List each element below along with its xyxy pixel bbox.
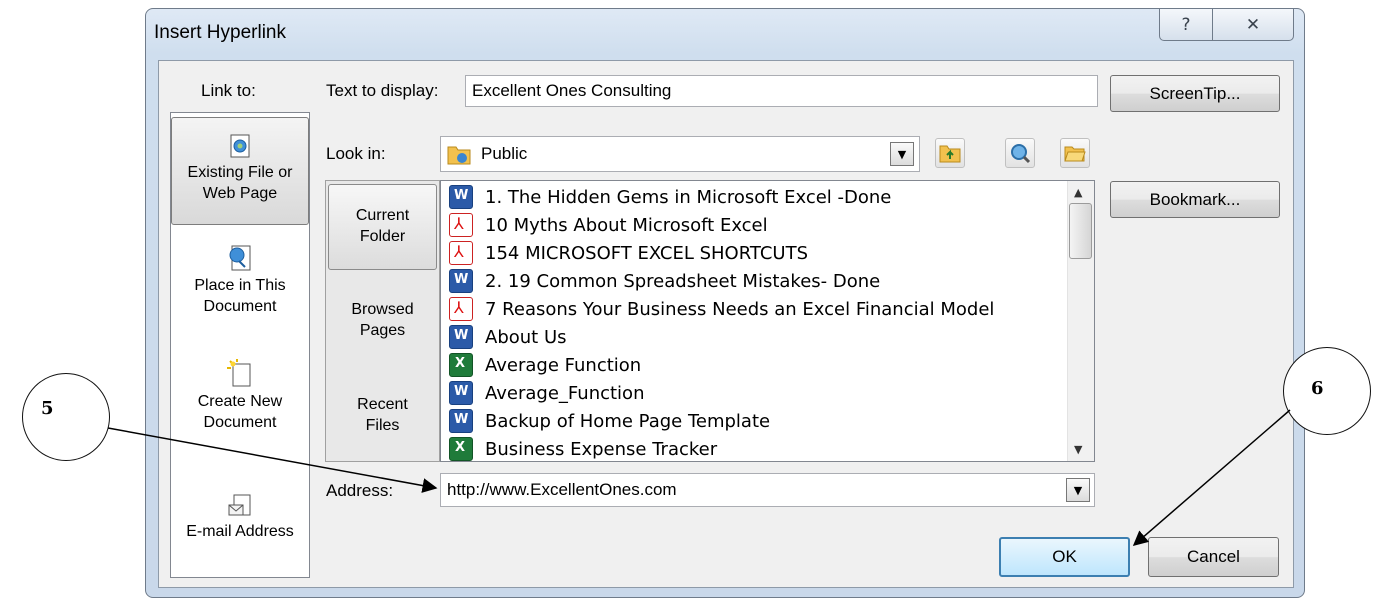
email-icon xyxy=(228,494,251,516)
web-page-icon xyxy=(230,134,250,158)
file-item[interactable]: 154 MICROSOFT EXCEL SHORTCUTS xyxy=(449,239,808,267)
screentip-button[interactable]: ScreenTip... xyxy=(1110,75,1280,112)
browse-web-button[interactable] xyxy=(1005,138,1035,168)
help-button[interactable]: ? xyxy=(1159,8,1213,41)
address-label: Address: xyxy=(326,481,394,500)
word-file-icon xyxy=(449,269,473,293)
address-dropdown-arrow[interactable]: ▼ xyxy=(1066,478,1090,502)
tab-recent-files[interactable]: Recent Files xyxy=(328,394,437,436)
file-item[interactable]: Business Expense Tracker xyxy=(449,435,718,461)
tab-recent-files-label: Recent Files xyxy=(357,396,408,434)
folder-icon xyxy=(447,146,471,165)
file-item[interactable]: 7 Reasons Your Business Needs an Excel F… xyxy=(449,295,994,323)
close-button[interactable]: ✕ xyxy=(1212,8,1294,41)
word-file-icon xyxy=(449,185,473,209)
dialog-title: Insert Hyperlink xyxy=(154,22,286,43)
callout-circle-5 xyxy=(22,373,110,461)
file-item-name: 7 Reasons Your Business Needs an Excel F… xyxy=(485,298,995,320)
file-item-name: 1. The Hidden Gems in Microsoft Excel -D… xyxy=(485,186,892,208)
link-to-create-new-document[interactable]: Create New Document xyxy=(171,359,309,433)
file-item-name: 10 Myths About Microsoft Excel xyxy=(485,214,768,236)
link-to-place-in-document[interactable]: Place in This Document xyxy=(171,243,309,317)
pdf-file-icon xyxy=(449,297,473,321)
link-to-panel: Existing File or Web Page Place in This … xyxy=(170,112,310,578)
file-item[interactable]: 10 Myths About Microsoft Excel xyxy=(449,211,768,239)
excel-file-icon xyxy=(449,353,473,377)
browse-web-icon xyxy=(1011,144,1031,164)
file-item-name: 154 MICROSOFT EXCEL SHORTCUTS xyxy=(485,242,809,264)
scroll-up-arrow-icon[interactable]: ▲ xyxy=(1074,186,1082,199)
document-place-icon xyxy=(229,245,251,271)
file-item[interactable]: Average Function xyxy=(449,351,641,379)
browse-tabs-panel: Current Folder Browsed Pages Recent File… xyxy=(325,180,440,462)
excel-file-icon xyxy=(449,437,473,461)
text-to-display-label: Text to display: xyxy=(326,81,439,100)
look-in-dropdown-arrow[interactable]: ▼ xyxy=(890,142,914,166)
scroll-thumb[interactable] xyxy=(1069,203,1092,259)
look-in-value: Public xyxy=(481,144,528,163)
up-folder-icon xyxy=(939,145,961,163)
text-to-display-field[interactable]: Excellent Ones Consulting xyxy=(465,75,1098,107)
file-item-name: Average Function xyxy=(485,354,642,376)
tab-browsed-pages[interactable]: Browsed Pages xyxy=(328,299,437,341)
open-folder-icon xyxy=(1064,146,1086,162)
browse-file-button[interactable] xyxy=(1060,138,1090,168)
link-to-existing-file[interactable]: Existing File or Web Page xyxy=(171,117,309,225)
look-in-combo[interactable]: Public xyxy=(440,136,920,172)
callout-number-5: 5 xyxy=(41,398,54,419)
tab-current-folder-label: Current Folder xyxy=(355,207,410,245)
file-item[interactable]: 2. 19 Common Spreadsheet Mistakes- Done xyxy=(449,267,880,295)
up-folder-button[interactable] xyxy=(935,138,965,168)
file-item[interactable]: Backup of Home Page Template xyxy=(449,407,770,435)
scroll-down-arrow-icon[interactable]: ▼ xyxy=(1074,443,1082,456)
address-field[interactable]: http://www.ExcellentOnes.com xyxy=(440,473,1095,507)
link-to-label: Link to: xyxy=(201,81,256,100)
new-document-icon xyxy=(227,359,251,387)
file-item-name: Average_Function xyxy=(485,382,645,404)
help-icon: ? xyxy=(1181,14,1191,35)
pdf-file-icon xyxy=(449,241,473,265)
file-item[interactable]: Average_Function xyxy=(449,379,644,407)
bookmark-button[interactable]: Bookmark... xyxy=(1110,181,1280,218)
file-item[interactable]: 1. The Hidden Gems in Microsoft Excel -D… xyxy=(449,183,891,211)
link-to-existing-file-label: Existing File or Web Page xyxy=(187,164,293,202)
link-to-place-in-document-label: Place in This Document xyxy=(194,277,286,315)
file-item-name: Backup of Home Page Template xyxy=(485,410,771,432)
look-in-label: Look in: xyxy=(326,144,386,163)
tab-browsed-pages-label: Browsed Pages xyxy=(351,301,414,339)
file-item-name: 2. 19 Common Spreadsheet Mistakes- Done xyxy=(485,270,881,292)
link-to-create-new-document-label: Create New Document xyxy=(197,393,283,431)
cancel-button[interactable]: Cancel xyxy=(1148,537,1279,577)
link-to-email-address-label: E-mail Address xyxy=(186,523,294,540)
callout-number-6: 6 xyxy=(1311,378,1324,399)
link-to-email-address[interactable]: E-mail Address xyxy=(171,493,309,542)
word-file-icon xyxy=(449,409,473,433)
tab-current-folder[interactable]: Current Folder xyxy=(328,184,437,270)
pdf-file-icon xyxy=(449,213,473,237)
file-list: 1. The Hidden Gems in Microsoft Excel -D… xyxy=(440,180,1095,462)
file-item[interactable]: About Us xyxy=(449,323,567,351)
file-item-name: About Us xyxy=(485,326,567,348)
word-file-icon xyxy=(449,325,473,349)
close-icon: ✕ xyxy=(1245,14,1261,35)
word-file-icon xyxy=(449,381,473,405)
ok-button[interactable]: OK xyxy=(999,537,1130,577)
file-item-name: Business Expense Tracker xyxy=(485,438,718,460)
callout-circle-6 xyxy=(1283,347,1371,435)
